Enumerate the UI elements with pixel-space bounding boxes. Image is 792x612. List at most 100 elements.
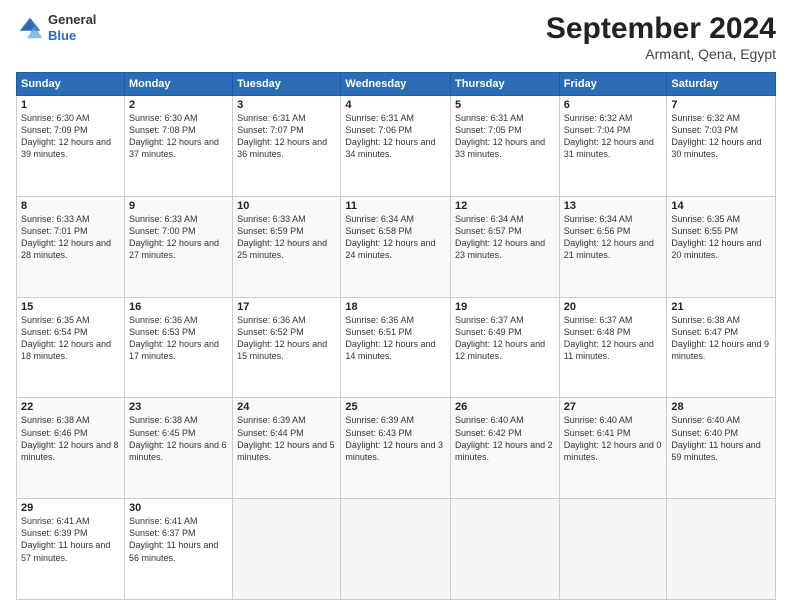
day-info: Sunrise: 6:37 AMSunset: 6:48 PMDaylight:… bbox=[564, 315, 654, 361]
day-info: Sunrise: 6:34 AMSunset: 6:56 PMDaylight:… bbox=[564, 214, 654, 260]
page: General Blue September 2024 Armant, Qena… bbox=[0, 0, 792, 612]
day-number: 15 bbox=[21, 301, 120, 313]
day-number: 5 bbox=[455, 99, 555, 111]
weekday-header-saturday: Saturday bbox=[667, 73, 776, 96]
calendar-cell: 9 Sunrise: 6:33 AMSunset: 7:00 PMDaylight… bbox=[124, 196, 232, 297]
weekday-header-wednesday: Wednesday bbox=[341, 73, 451, 96]
day-info: Sunrise: 6:35 AMSunset: 6:55 PMDaylight:… bbox=[671, 214, 761, 260]
day-number: 8 bbox=[21, 200, 120, 212]
calendar-cell: 14 Sunrise: 6:35 AMSunset: 6:55 PMDayligh… bbox=[667, 196, 776, 297]
day-info: Sunrise: 6:31 AMSunset: 7:06 PMDaylight:… bbox=[345, 113, 435, 159]
day-info: Sunrise: 6:35 AMSunset: 6:54 PMDaylight:… bbox=[21, 315, 111, 361]
calendar-cell: 15 Sunrise: 6:35 AMSunset: 6:54 PMDayligh… bbox=[17, 297, 125, 398]
week-row-4: 22 Sunrise: 6:38 AMSunset: 6:46 PMDayligh… bbox=[17, 398, 776, 499]
title-block: September 2024 Armant, Qena, Egypt bbox=[546, 12, 776, 62]
day-info: Sunrise: 6:38 AMSunset: 6:47 PMDaylight:… bbox=[671, 315, 769, 361]
calendar-cell: 30 Sunrise: 6:41 AMSunset: 6:37 PMDayligh… bbox=[124, 499, 232, 600]
day-number: 18 bbox=[345, 301, 446, 313]
day-number: 22 bbox=[21, 401, 120, 413]
day-info: Sunrise: 6:33 AMSunset: 7:01 PMDaylight:… bbox=[21, 214, 111, 260]
day-info: Sunrise: 6:38 AMSunset: 6:46 PMDaylight:… bbox=[21, 415, 119, 461]
day-number: 29 bbox=[21, 502, 120, 514]
day-number: 12 bbox=[455, 200, 555, 212]
day-number: 10 bbox=[237, 200, 336, 212]
day-number: 4 bbox=[345, 99, 446, 111]
day-number: 1 bbox=[21, 99, 120, 111]
day-info: Sunrise: 6:38 AMSunset: 6:45 PMDaylight:… bbox=[129, 415, 227, 461]
calendar-cell bbox=[667, 499, 776, 600]
calendar-cell bbox=[233, 499, 341, 600]
day-info: Sunrise: 6:30 AMSunset: 7:08 PMDaylight:… bbox=[129, 113, 219, 159]
calendar-cell: 26 Sunrise: 6:40 AMSunset: 6:42 PMDayligh… bbox=[451, 398, 560, 499]
calendar-cell: 1 Sunrise: 6:30 AMSunset: 7:09 PMDaylight… bbox=[17, 96, 125, 197]
calendar-cell: 23 Sunrise: 6:38 AMSunset: 6:45 PMDayligh… bbox=[124, 398, 232, 499]
day-info: Sunrise: 6:31 AMSunset: 7:07 PMDaylight:… bbox=[237, 113, 327, 159]
day-info: Sunrise: 6:32 AMSunset: 7:03 PMDaylight:… bbox=[671, 113, 761, 159]
day-number: 30 bbox=[129, 502, 228, 514]
day-number: 28 bbox=[671, 401, 771, 413]
day-info: Sunrise: 6:40 AMSunset: 6:41 PMDaylight:… bbox=[564, 415, 662, 461]
day-info: Sunrise: 6:40 AMSunset: 6:42 PMDaylight:… bbox=[455, 415, 553, 461]
calendar-cell: 17Sunrise: 6:36 AMSunset: 6:52 PMDayligh… bbox=[233, 297, 341, 398]
day-info: Sunrise: 6:33 AMSunset: 6:59 PMDaylight:… bbox=[237, 214, 327, 260]
day-number: 7 bbox=[671, 99, 771, 111]
day-info: Sunrise: 6:33 AMSunset: 7:00 PMDaylight:… bbox=[129, 214, 219, 260]
day-info: Sunrise: 6:39 AMSunset: 6:44 PMDaylight:… bbox=[237, 415, 335, 461]
day-info: Sunrise: 6:37 AMSunset: 6:49 PMDaylight:… bbox=[455, 315, 545, 361]
week-row-1: 1 Sunrise: 6:30 AMSunset: 7:09 PMDaylight… bbox=[17, 96, 776, 197]
weekday-header-friday: Friday bbox=[559, 73, 667, 96]
calendar-cell: 21 Sunrise: 6:38 AMSunset: 6:47 PMDayligh… bbox=[667, 297, 776, 398]
calendar-cell: 3 Sunrise: 6:31 AMSunset: 7:07 PMDaylight… bbox=[233, 96, 341, 197]
calendar-cell bbox=[341, 499, 451, 600]
logo-icon bbox=[16, 14, 44, 42]
header: General Blue September 2024 Armant, Qena… bbox=[16, 12, 776, 62]
week-row-3: 15 Sunrise: 6:35 AMSunset: 6:54 PMDayligh… bbox=[17, 297, 776, 398]
day-info: Sunrise: 6:36 AMSunset: 6:53 PMDaylight:… bbox=[129, 315, 219, 361]
day-info: Sunrise: 6:41 AMSunset: 6:37 PMDaylight:… bbox=[129, 516, 218, 562]
calendar-cell: 8 Sunrise: 6:33 AMSunset: 7:01 PMDaylight… bbox=[17, 196, 125, 297]
calendar-cell: 28Sunrise: 6:40 AMSunset: 6:40 PMDayligh… bbox=[667, 398, 776, 499]
day-number: 9 bbox=[129, 200, 228, 212]
day-number: 3 bbox=[237, 99, 336, 111]
calendar-cell: 24 Sunrise: 6:39 AMSunset: 6:44 PMDayligh… bbox=[233, 398, 341, 499]
day-number: 19 bbox=[455, 301, 555, 313]
day-number: 21 bbox=[671, 301, 771, 313]
month-title: September 2024 bbox=[546, 12, 776, 46]
week-row-5: 29 Sunrise: 6:41 AMSunset: 6:39 PMDayligh… bbox=[17, 499, 776, 600]
logo-general: General bbox=[48, 12, 96, 27]
calendar-cell: 4 Sunrise: 6:31 AMSunset: 7:06 PMDaylight… bbox=[341, 96, 451, 197]
calendar-cell: 22 Sunrise: 6:38 AMSunset: 6:46 PMDayligh… bbox=[17, 398, 125, 499]
day-info: Sunrise: 6:34 AMSunset: 6:57 PMDaylight:… bbox=[455, 214, 545, 260]
weekday-header-monday: Monday bbox=[124, 73, 232, 96]
day-info: Sunrise: 6:39 AMSunset: 6:43 PMDaylight:… bbox=[345, 415, 443, 461]
calendar-cell: 27 Sunrise: 6:40 AMSunset: 6:41 PMDayligh… bbox=[559, 398, 667, 499]
day-info: Sunrise: 6:34 AMSunset: 6:58 PMDaylight:… bbox=[345, 214, 435, 260]
day-number: 20 bbox=[564, 301, 663, 313]
day-number: 27 bbox=[564, 401, 663, 413]
logo-blue: Blue bbox=[48, 28, 76, 43]
day-info: Sunrise: 6:36 AMSunset: 6:52 PMDaylight:… bbox=[237, 315, 327, 361]
weekday-header-thursday: Thursday bbox=[451, 73, 560, 96]
day-info: Sunrise: 6:41 AMSunset: 6:39 PMDaylight:… bbox=[21, 516, 110, 562]
calendar-cell: 18 Sunrise: 6:36 AMSunset: 6:51 PMDayligh… bbox=[341, 297, 451, 398]
day-number: 24 bbox=[237, 401, 336, 413]
day-number: 11 bbox=[345, 200, 446, 212]
calendar-cell: 13 Sunrise: 6:34 AMSunset: 6:56 PMDayligh… bbox=[559, 196, 667, 297]
day-number: 26 bbox=[455, 401, 555, 413]
day-number: 25 bbox=[345, 401, 446, 413]
calendar-table: SundayMondayTuesdayWednesdayThursdayFrid… bbox=[16, 72, 776, 600]
day-number: 6 bbox=[564, 99, 663, 111]
calendar-cell: 7 Sunrise: 6:32 AMSunset: 7:03 PMDaylight… bbox=[667, 96, 776, 197]
weekday-header-sunday: Sunday bbox=[17, 73, 125, 96]
day-info: Sunrise: 6:36 AMSunset: 6:51 PMDaylight:… bbox=[345, 315, 435, 361]
day-number: 16 bbox=[129, 301, 228, 313]
day-number: 23 bbox=[129, 401, 228, 413]
logo-text: General Blue bbox=[48, 12, 96, 43]
calendar-cell: 19 Sunrise: 6:37 AMSunset: 6:49 PMDayligh… bbox=[451, 297, 560, 398]
day-info: Sunrise: 6:30 AMSunset: 7:09 PMDaylight:… bbox=[21, 113, 111, 159]
calendar-cell: 2Sunrise: 6:30 AMSunset: 7:08 PMDaylight… bbox=[124, 96, 232, 197]
day-number: 14 bbox=[671, 200, 771, 212]
calendar-cell: 5Sunrise: 6:31 AMSunset: 7:05 PMDaylight… bbox=[451, 96, 560, 197]
day-number: 13 bbox=[564, 200, 663, 212]
day-info: Sunrise: 6:32 AMSunset: 7:04 PMDaylight:… bbox=[564, 113, 654, 159]
